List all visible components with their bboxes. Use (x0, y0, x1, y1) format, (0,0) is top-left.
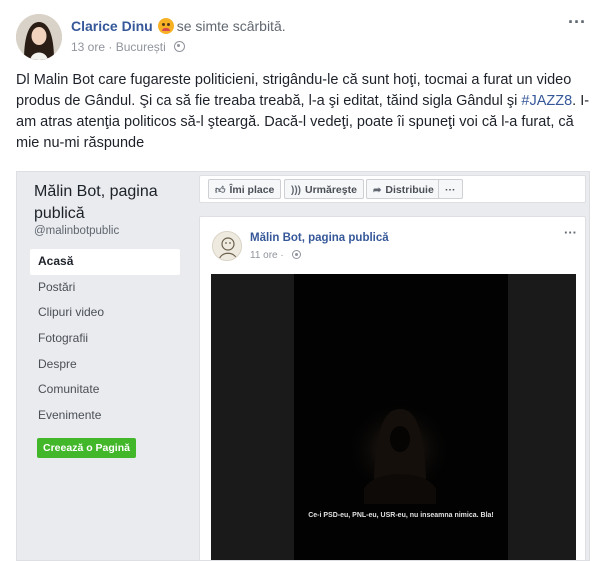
rss-icon: ))) (291, 185, 301, 196)
nav-item-videos[interactable]: Clipuri video (30, 300, 180, 326)
page-sidebar: Mălin Bot, pagina publică @malinbotpubli… (17, 172, 187, 560)
author-name[interactable]: Clarice Dinu (71, 18, 153, 34)
share-label: Distribuie (385, 184, 434, 196)
nav-item-community[interactable]: Comunitate (30, 377, 180, 403)
inner-author-name[interactable]: Mălin Bot, pagina publică (250, 232, 389, 244)
post-text-part1: Dl Malin Bot care fugareste politicieni,… (16, 72, 572, 109)
post-location[interactable]: București (116, 40, 166, 54)
more-actions-button[interactable]: ··· (438, 179, 463, 199)
video-player[interactable]: Ce-i PSD-eu, PNL-eu, USR-eu, nu inseamna… (211, 274, 576, 560)
thumbs-up-icon: 👍︎ (215, 185, 226, 196)
page-nav: Acasă Postări Clipuri video Fotografii D… (30, 249, 180, 429)
follow-button[interactable]: ))) Urmăreşte (284, 179, 364, 199)
inner-post-meta: 11 ore · (250, 250, 301, 261)
more-options-icon[interactable]: ··· (568, 13, 586, 31)
video-frame: Ce-i PSD-eu, PNL-eu, USR-eu, nu inseamna… (294, 274, 508, 560)
share-arrow-icon: ➦ (373, 185, 382, 196)
post-header: Clarice Dinu se simte scârbită. 13 ore · … (16, 13, 586, 60)
globe-icon[interactable] (174, 41, 186, 52)
inner-post-card: Mălin Bot, pagina publică 11 ore · ··· C… (199, 216, 586, 560)
meta-separator: · (108, 40, 116, 54)
disgusted-face-icon (157, 18, 174, 34)
nav-item-posts[interactable]: Postări (30, 275, 180, 301)
feeling-text: se simte scârbită. (176, 18, 286, 34)
nav-item-home[interactable]: Acasă (30, 249, 180, 275)
video-subtitle: Ce-i PSD-eu, PNL-eu, USR-eu, nu inseamna… (308, 512, 494, 519)
post-body: Dl Malin Bot care fugareste politicieni,… (16, 70, 590, 154)
inner-post-time[interactable]: 11 ore (250, 250, 278, 261)
post-meta: 13 ore · București (71, 40, 186, 54)
inner-globe-icon (291, 250, 301, 259)
nav-item-about[interactable]: Despre (30, 352, 180, 378)
page-title: Mălin Bot, pagina publică (34, 183, 158, 222)
author-line: Clarice Dinu se simte scârbită. (71, 18, 286, 34)
inner-meta-separator: · (280, 250, 287, 261)
post-time[interactable]: 13 ore (71, 40, 105, 54)
hashtag-link[interactable]: #JAZZ8 (521, 93, 572, 109)
author-avatar[interactable] (16, 14, 62, 60)
inner-author-avatar[interactable] (212, 231, 242, 261)
nav-item-photos[interactable]: Fotografii (30, 326, 180, 352)
page-action-bar: 👍︎ Îmi place ))) Urmăreşte ➦ Distribuie ··· (199, 175, 586, 203)
page-handle: @malinbotpublic (34, 225, 120, 237)
share-button[interactable]: ➦ Distribuie (366, 179, 441, 199)
like-label: Îmi place (229, 184, 275, 196)
inner-more-options-icon[interactable]: ··· (564, 225, 577, 240)
nav-item-events[interactable]: Evenimente (30, 403, 180, 429)
follow-label: Urmăreşte (305, 184, 357, 196)
like-page-button[interactable]: 👍︎ Îmi place (208, 179, 282, 199)
create-page-button[interactable]: Creează o Pagină (37, 438, 136, 458)
embedded-screenshot[interactable]: Mălin Bot, pagina publică @malinbotpubli… (16, 171, 590, 561)
